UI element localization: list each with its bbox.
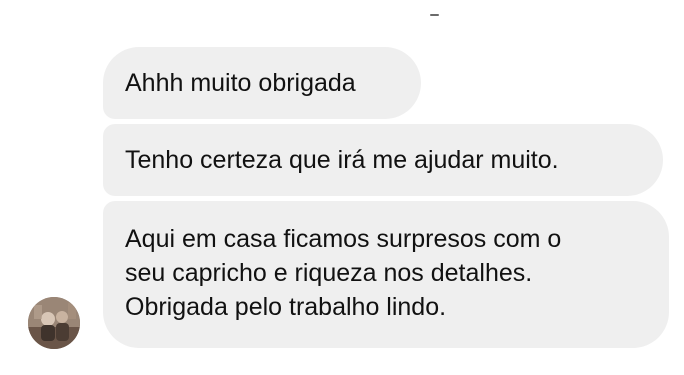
message-bubble-1[interactable]: Ahhh muito obrigada [103, 47, 421, 119]
avatar[interactable] [28, 297, 80, 349]
message-bubble-3[interactable]: Aqui em casa ficamos surpresos com o seu… [103, 201, 669, 348]
user-photo-icon [28, 297, 80, 349]
message-bubble-2[interactable]: Tenho certeza que irá me ajudar muito. [103, 124, 663, 196]
message-text-line-2: seu capricho e riqueza nos detalhes. [125, 259, 533, 287]
message-text: Tenho certeza que irá me ajudar muito. [125, 146, 559, 174]
message-text-line-1: Aqui em casa ficamos surpresos com o [125, 225, 562, 253]
message-text-line-3: Obrigada pelo trabalho lindo. [125, 293, 447, 321]
message-text: Ahhh muito obrigada [125, 69, 356, 97]
message-thread: Ahhh muito obrigada Tenho certeza que ir… [0, 0, 684, 375]
